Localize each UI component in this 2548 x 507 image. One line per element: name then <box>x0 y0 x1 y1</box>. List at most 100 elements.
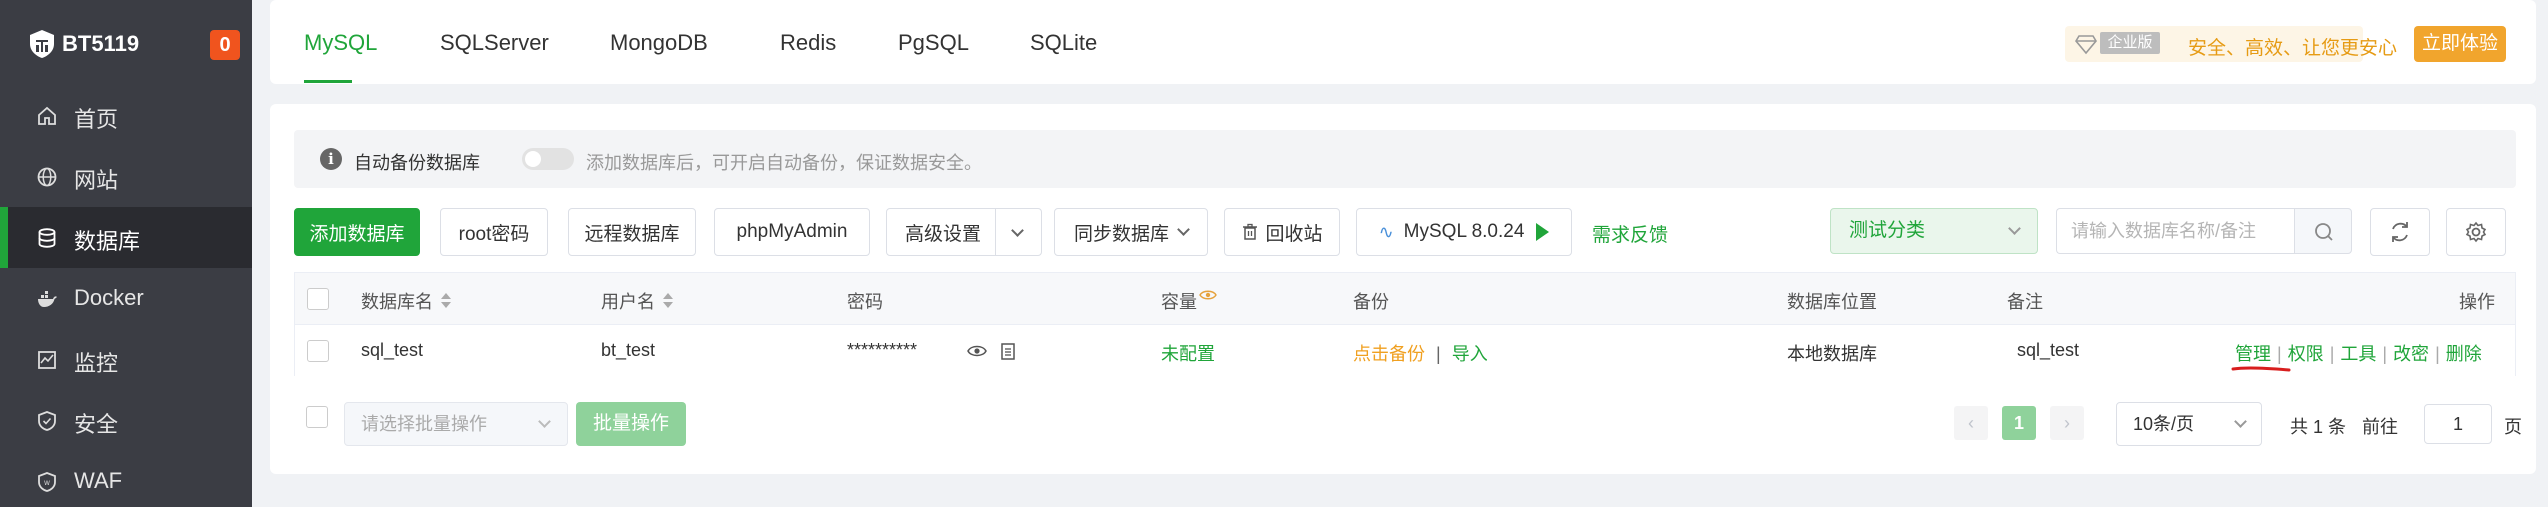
page-size-select[interactable]: 10条/页 <box>2116 402 2262 446</box>
sidebar-item-security[interactable]: 安全 <box>0 390 252 451</box>
add-database-button[interactable]: 添加数据库 <box>294 208 420 256</box>
eye-small-icon[interactable] <box>1199 288 1217 302</box>
mysql-version-button[interactable]: ∿ MySQL 8.0.24 <box>1356 208 1572 256</box>
backup-cell: 点击备份 | 导入 <box>1353 340 1488 366</box>
database-icon <box>38 228 56 248</box>
table-row: sql_test bt_test ********** 未配置 点击备份 | 导… <box>295 325 2515 377</box>
batch-operation-button[interactable]: 批量操作 <box>576 402 686 446</box>
sidebar-item-website[interactable]: 网站 <box>0 146 252 207</box>
select-all-checkbox[interactable] <box>307 288 329 310</box>
bt-logo-icon <box>30 30 54 58</box>
root-password-button[interactable]: root密码 <box>440 208 548 256</box>
tools-link[interactable]: 工具 <box>2340 344 2376 364</box>
sort-icon <box>663 293 673 309</box>
username-cell: bt_test <box>601 340 656 360</box>
col-database-name[interactable]: 数据库名 <box>361 288 451 314</box>
tab-mysql[interactable]: MySQL <box>304 30 377 56</box>
tab-sqlite[interactable]: SQLite <box>1030 30 1097 56</box>
remote-database-button[interactable]: 远程数据库 <box>568 208 696 256</box>
sidebar-item-database[interactable]: 数据库 <box>0 207 252 268</box>
brand: BT5119 0 <box>0 0 252 88</box>
separator: | <box>2435 344 2440 364</box>
capacity-cell[interactable]: 未配置 <box>1161 340 1215 366</box>
sidebar-item-waf[interactable]: W WAF <box>0 451 252 507</box>
import-link[interactable]: 导入 <box>1452 344 1488 364</box>
delete-link[interactable]: 删除 <box>2446 344 2482 364</box>
prev-page-button[interactable]: ‹ <box>1954 406 1988 440</box>
trash-icon <box>1243 223 1258 240</box>
sync-database-dropdown[interactable]: 同步数据库 <box>1054 208 1208 256</box>
separator: | <box>2277 344 2282 364</box>
separator: | <box>2382 344 2388 364</box>
auto-backup-hint: 添加数据库后，可开启自动备份，保证数据安全。 <box>586 153 982 173</box>
notification-badge[interactable]: 0 <box>210 30 240 60</box>
row-checkbox[interactable] <box>307 340 329 362</box>
goto-page-input[interactable] <box>2424 404 2492 444</box>
chevron-down-icon[interactable] <box>1011 224 1024 237</box>
auto-backup-toggle[interactable] <box>522 148 574 170</box>
remote-database-label: 远程数据库 <box>584 223 680 245</box>
next-page-button[interactable]: › <box>2050 406 2084 440</box>
batch-operation-select[interactable]: 请选择批量操作 <box>344 402 568 446</box>
sidebar-item-docker[interactable]: Docker <box>0 268 252 329</box>
globe-icon <box>37 167 57 187</box>
root-password-label: root密码 <box>458 223 530 245</box>
diamond-icon <box>2075 35 2097 55</box>
col-password: 密码 <box>847 292 883 312</box>
batch-select-checkbox[interactable] <box>306 406 328 428</box>
tab-sqlserver[interactable]: SQLServer <box>440 30 549 56</box>
waf-shield-icon: W <box>38 472 56 492</box>
recycle-bin-button[interactable]: 回收站 <box>1224 208 1340 256</box>
page-size-value: 10条/页 <box>2133 414 2195 434</box>
sidebar-item-label: 网站 <box>74 168 119 193</box>
feedback-link[interactable]: 需求反馈 <box>1592 220 1668 247</box>
refresh-icon <box>2392 222 2408 242</box>
col-label: 容量 <box>1161 292 1197 312</box>
brand-name: BT5119 <box>62 31 140 56</box>
database-table: 数据库名 用户名 密码 容量 备份 数据库位置 备注 操作 sql_test b… <box>294 272 2516 377</box>
col-username[interactable]: 用户名 <box>601 288 673 314</box>
sidebar-item-label: WAF <box>74 468 123 493</box>
sidebar-item-home[interactable]: 首页 <box>0 85 252 146</box>
col-backup: 备份 <box>1353 292 1389 312</box>
settings-button[interactable] <box>2446 208 2506 256</box>
copy-icon[interactable] <box>999 341 1017 361</box>
search-button[interactable] <box>2294 208 2352 254</box>
split-divider <box>995 209 996 255</box>
col-remark: 备注 <box>2007 292 2043 312</box>
category-select[interactable]: 测试分类 <box>1830 208 2038 254</box>
recycle-bin-label: 回收站 <box>1265 223 1323 245</box>
info-icon: i <box>320 148 342 170</box>
chevron-down-icon <box>2234 415 2247 428</box>
enterprise-slogan: 安全、高效、让您更安心 <box>2188 38 2398 59</box>
sidebar-item-monitor[interactable]: 监控 <box>0 329 252 390</box>
phpmyadmin-button[interactable]: phpMyAdmin <box>714 208 870 256</box>
total-count: 共 1 条 <box>2290 417 2347 437</box>
search-icon <box>2315 223 2333 241</box>
gear-icon <box>2465 221 2487 243</box>
show-password-icon[interactable] <box>967 343 987 359</box>
permission-link[interactable]: 权限 <box>2288 344 2324 364</box>
docker-icon <box>38 291 57 307</box>
advanced-settings-label: 高级设置 <box>905 223 982 245</box>
click-backup-link[interactable]: 点击备份 <box>1353 344 1425 364</box>
tab-redis[interactable]: Redis <box>780 30 836 56</box>
advanced-settings-dropdown[interactable]: 高级设置 <box>886 208 1042 256</box>
sidebar-nav: 首页 网站 数据库 Docker 监控 安全 W WAF <box>0 85 252 507</box>
current-page[interactable]: 1 <box>2002 406 2036 440</box>
sync-database-label: 同步数据库 <box>1073 223 1169 245</box>
monitor-icon <box>38 351 56 369</box>
chevron-down-icon <box>2008 222 2021 235</box>
search-input[interactable] <box>2056 208 2294 254</box>
remark-cell[interactable]: sql_test <box>2017 340 2079 361</box>
manage-link[interactable]: 管理 <box>2235 344 2271 364</box>
database-panel: i 自动备份数据库 添加数据库后，可开启自动备份，保证数据安全。 添加数据库 r… <box>270 104 2536 474</box>
tab-pgsql[interactable]: PgSQL <box>898 30 969 56</box>
tab-mongodb[interactable]: MongoDB <box>610 30 708 56</box>
page-unit-label: 页 <box>2504 417 2522 437</box>
refresh-button[interactable] <box>2370 208 2430 256</box>
separator: | <box>2329 344 2335 364</box>
change-password-link[interactable]: 改密 <box>2393 344 2429 364</box>
try-now-button[interactable]: 立即体验 <box>2414 26 2506 62</box>
sort-icon <box>441 293 451 309</box>
